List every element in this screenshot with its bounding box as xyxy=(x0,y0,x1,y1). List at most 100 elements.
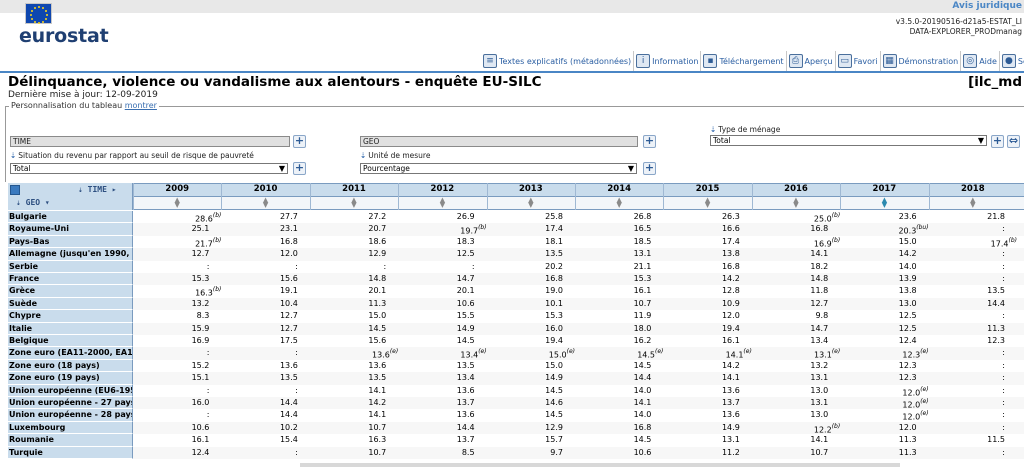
table-cell[interactable]: 14.4 xyxy=(398,422,475,434)
row-label-geo[interactable]: Zone euro (EA11-2000, EA12 xyxy=(8,347,133,360)
table-cell[interactable]: 19.4 xyxy=(487,335,563,347)
table-cell[interactable]: 14.6 xyxy=(487,397,563,409)
row-label-geo[interactable]: Zone euro (18 pays) xyxy=(8,359,133,373)
table-cell[interactable]: 16.9 xyxy=(133,335,210,347)
metadata-button[interactable]: ≡ Textes explicatifs (métadonnées) xyxy=(481,51,633,71)
table-cell[interactable]: 16.0 xyxy=(133,397,210,409)
geo-axis-header[interactable]: ⇣ GEO ▾ xyxy=(16,198,50,207)
table-cell[interactable]: 15.3 xyxy=(575,273,652,285)
table-cell[interactable]: 12.5 xyxy=(840,310,917,322)
year-header-2017[interactable]: 2017 xyxy=(840,184,928,194)
table-cell[interactable]: 16.5 xyxy=(575,223,652,235)
demo-button[interactable]: ▦ Démonstration xyxy=(879,51,961,71)
row-label-geo[interactable]: Belgique xyxy=(8,335,133,348)
download-button[interactable]: ▪ Téléchargement xyxy=(700,51,785,71)
table-cell[interactable]: 12.8 xyxy=(663,285,740,297)
table-cell[interactable]: : xyxy=(929,385,1005,397)
table-cell[interactable]: 11.9 xyxy=(575,310,652,322)
table-cell[interactable]: 25.0(b) xyxy=(752,211,840,224)
table-cell[interactable]: 12.0(e) xyxy=(840,409,928,422)
table-cell[interactable]: 13.6 xyxy=(398,385,475,397)
table-cell[interactable]: 10.4 xyxy=(221,298,298,310)
row-label-geo[interactable]: Roumanie xyxy=(8,434,133,447)
table-cell[interactable]: 14.8 xyxy=(310,273,386,285)
table-cell[interactable]: 13.9 xyxy=(840,273,917,285)
table-cell[interactable]: 16.1 xyxy=(663,335,740,347)
table-cell[interactable]: : xyxy=(929,347,1005,359)
table-cell[interactable]: 12.9 xyxy=(487,422,563,434)
table-cell[interactable]: 20.7 xyxy=(310,223,386,235)
show-customization-link[interactable]: montrer xyxy=(125,101,157,110)
table-cell[interactable]: 15.6 xyxy=(310,335,386,347)
table-cell[interactable]: 13.1 xyxy=(752,397,828,409)
table-cell[interactable]: 14.1 xyxy=(575,397,652,409)
year-header-2013[interactable]: 2013 xyxy=(487,184,575,194)
table-cell[interactable]: 15.6 xyxy=(221,273,298,285)
table-cell[interactable]: 14.5 xyxy=(575,434,652,446)
table-cell[interactable]: 14.5 xyxy=(310,323,386,335)
table-cell[interactable]: 14.4 xyxy=(929,298,1005,310)
table-cell[interactable]: : xyxy=(398,261,475,273)
row-label-geo[interactable]: Bulgarie xyxy=(8,211,133,224)
income-situation-select[interactable]: Total ▼ xyxy=(10,163,288,174)
table-cell[interactable]: 13.1(e) xyxy=(752,347,840,360)
table-cell[interactable]: 14.1 xyxy=(310,385,386,397)
table-cell[interactable]: : xyxy=(929,422,1005,434)
household-type-select[interactable]: Total ▼ xyxy=(710,135,987,146)
table-cell[interactable]: 27.2 xyxy=(310,211,386,223)
table-cell[interactable]: 18.1 xyxy=(487,236,563,248)
table-cell[interactable]: 14.9 xyxy=(487,372,563,384)
table-cell[interactable]: 21.8 xyxy=(929,211,1005,223)
table-cell[interactable]: 10.6 xyxy=(575,447,652,459)
table-cell[interactable]: 14.2 xyxy=(663,273,740,285)
table-cell[interactable]: 16.1 xyxy=(133,434,210,446)
table-cell[interactable]: : xyxy=(929,248,1005,260)
table-cell[interactable]: 18.2 xyxy=(752,261,828,273)
table-cell[interactable]: 12.0 xyxy=(663,310,740,322)
sort-icon[interactable]: ▲ ▼ xyxy=(791,197,801,209)
table-cell[interactable]: 16.2 xyxy=(575,335,652,347)
table-cell[interactable]: 18.5 xyxy=(575,236,652,248)
table-cell[interactable]: 14.1 xyxy=(663,372,740,384)
table-cell[interactable]: 20.1 xyxy=(398,285,475,297)
row-label-geo[interactable]: Grèce xyxy=(8,285,133,298)
table-cell[interactable]: 9.8 xyxy=(752,310,828,322)
table-cell[interactable]: 9.7 xyxy=(487,447,563,459)
table-cell[interactable]: 15.0 xyxy=(840,236,917,248)
bookmark-button[interactable]: ▭ Favori xyxy=(834,51,880,71)
table-cell[interactable]: 12.7 xyxy=(133,248,210,260)
table-cell[interactable]: 14.2 xyxy=(840,248,917,260)
table-cell[interactable]: 14.7 xyxy=(752,323,828,335)
table-cell[interactable]: : xyxy=(221,447,298,459)
table-cell[interactable]: : xyxy=(929,409,1005,421)
row-label-geo[interactable]: Allemagne (jusqu'en 1990, ar xyxy=(8,248,133,261)
table-cell[interactable]: 12.0 xyxy=(221,248,298,260)
table-cell[interactable]: 14.5 xyxy=(487,409,563,421)
geo-dimension-field[interactable]: GEO xyxy=(360,136,638,147)
year-header-2011[interactable]: 2011 xyxy=(310,184,398,194)
table-cell[interactable]: 13.6(e) xyxy=(310,347,398,360)
row-label-geo[interactable]: Royaume-Uni xyxy=(8,223,133,236)
table-cell[interactable]: 14.0 xyxy=(575,385,652,397)
table-cell[interactable]: 13.5 xyxy=(221,372,298,384)
eurostat-logo[interactable]: eurostat xyxy=(19,25,109,47)
table-cell[interactable]: 10.7 xyxy=(310,447,386,459)
table-cell[interactable]: 10.7 xyxy=(575,298,652,310)
table-cell[interactable]: 13.6 xyxy=(310,360,386,372)
table-cell[interactable]: 12.7 xyxy=(221,310,298,322)
table-cell[interactable]: 12.9 xyxy=(310,248,386,260)
table-cell[interactable]: : xyxy=(929,447,1005,459)
table-cell[interactable]: 13.6 xyxy=(663,409,740,421)
table-cell[interactable]: 11.8 xyxy=(752,285,828,297)
pin-icon[interactable]: ⇣ xyxy=(710,125,716,134)
table-cell[interactable]: 10.6 xyxy=(398,298,475,310)
table-cell[interactable]: 12.2(b) xyxy=(752,422,840,435)
year-header-2016[interactable]: 2016 xyxy=(752,184,840,194)
table-cell[interactable]: 16.9(b) xyxy=(752,236,840,249)
row-label-geo[interactable]: Luxembourg xyxy=(8,421,133,435)
table-cell[interactable]: 21.7(b) xyxy=(133,236,221,249)
table-cell[interactable]: 16.8 xyxy=(487,273,563,285)
table-cell[interactable]: 14.1 xyxy=(310,409,386,421)
table-cell[interactable]: 13.0 xyxy=(752,409,828,421)
table-cell[interactable]: : xyxy=(929,261,1005,273)
